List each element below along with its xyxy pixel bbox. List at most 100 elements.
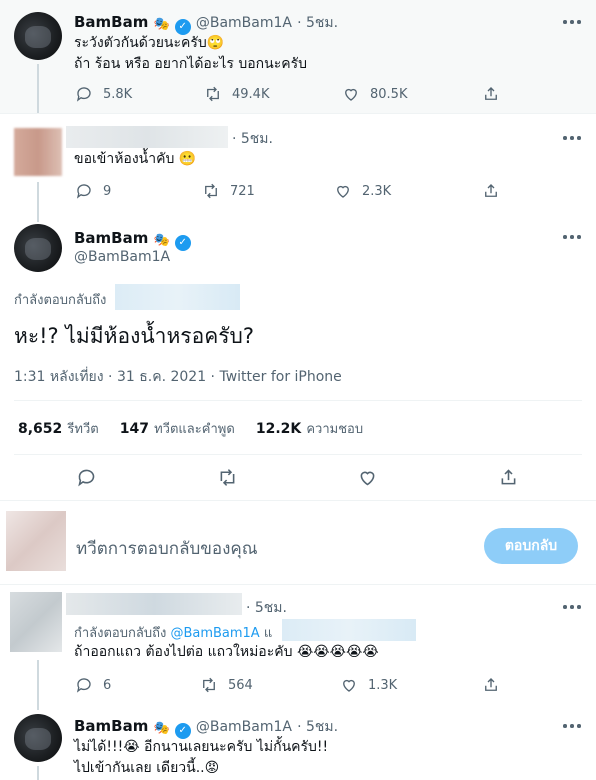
avatar[interactable] — [14, 714, 62, 762]
retweet-icon — [203, 677, 215, 693]
reply-icon — [76, 87, 91, 102]
replying-to: กำลังตอบกลับถึง @BamBam1A แ — [74, 622, 272, 643]
thread-line — [37, 182, 39, 222]
like-count: 2.3K — [362, 183, 392, 199]
main-tweet-header: BamBam 🎭 ✓ — [74, 228, 191, 251]
avatar — [6, 511, 66, 571]
blurred-name — [66, 126, 228, 148]
crying-emoji-icon: 😭😭😭😭😭 — [296, 644, 379, 660]
avatar[interactable] — [14, 224, 62, 272]
quotes-stat[interactable]: 147 ทวีตและคำพูด — [120, 418, 235, 437]
tweet-date: 31 ธ.ค. 2021 — [116, 369, 207, 385]
retweet-button[interactable]: 721 — [202, 182, 255, 200]
more-options-icon[interactable] — [563, 604, 581, 610]
share-button[interactable] — [482, 676, 500, 694]
like-button[interactable]: 2.3K — [334, 182, 391, 200]
divider — [0, 113, 596, 114]
heart-icon — [360, 471, 375, 486]
verified-icon: ✓ — [174, 235, 191, 251]
replying-to-conjunction: แ — [263, 626, 273, 641]
reply-count: 6 — [103, 677, 112, 693]
share-button[interactable] — [482, 85, 500, 103]
retweet-icon — [205, 183, 217, 199]
retweet-count: 721 — [230, 183, 255, 199]
timestamp[interactable]: · 5ชม. — [297, 719, 338, 735]
like-button[interactable]: 1.3K — [340, 676, 397, 694]
avatar[interactable] — [10, 592, 62, 652]
timestamp[interactable]: · 5ชม. — [232, 128, 273, 150]
blurred-mention[interactable] — [282, 619, 416, 641]
reply-button[interactable]: 6 — [75, 676, 111, 694]
more-options-icon[interactable] — [563, 234, 581, 240]
reply-icon — [76, 184, 91, 199]
heart-icon — [337, 185, 349, 198]
tweet-text: ขอเข้าห้องน้ำคับ — [74, 151, 175, 167]
like-button[interactable] — [357, 467, 378, 488]
retweet-count: 49.4K — [232, 86, 270, 102]
likes-stat[interactable]: 12.2K ความชอบ — [256, 418, 363, 437]
tweet-timestamp[interactable]: 1:31 หลังเที่ยง · 31 ธ.ค. 2021 · Twitter… — [14, 366, 342, 388]
share-icon — [501, 469, 516, 485]
more-options-icon[interactable] — [563, 723, 581, 729]
quotes-number: 147 — [119, 421, 150, 437]
thread-line — [37, 766, 39, 780]
reply-composer-input[interactable]: ทวีตการตอบกลับของคุณ — [76, 535, 258, 562]
retweet-button[interactable] — [217, 467, 238, 488]
blurred-name — [66, 593, 242, 615]
retweet-count: 564 — [228, 677, 253, 693]
tweet-text-line: ไม่ได้!!! — [74, 739, 124, 755]
replying-to-label: กำลังตอบกลับถึง — [14, 293, 107, 308]
tweet-time: 1:31 หลังเที่ยง — [14, 369, 104, 385]
divider — [0, 584, 596, 585]
reply-button[interactable]: 9 — [75, 182, 111, 200]
share-icon — [485, 678, 497, 691]
divider — [14, 454, 582, 455]
quotes-label: ทวีตและคำพูด — [154, 422, 235, 437]
retweets-label: รีทวีต — [67, 422, 99, 437]
display-name[interactable]: BamBam — [74, 13, 148, 31]
grimace-emoji-icon: 😬 — [178, 151, 197, 167]
tweet-text-line: ถ้า ร้อน หรือ อยากได้อะไร บอกนะครับ — [74, 56, 307, 72]
retweet-icon — [220, 469, 235, 486]
more-options-icon[interactable] — [563, 19, 581, 25]
share-button[interactable] — [482, 182, 500, 200]
divider — [14, 400, 582, 401]
reply-submit-button[interactable]: ตอบกลับ — [484, 528, 578, 564]
mention-link[interactable]: @BamBam1A — [170, 626, 259, 641]
tweet-stats: 8,652 รีทวีต 147 ทวีตและคำพูด 12.2K ความ… — [18, 418, 363, 439]
like-count: 1.3K — [368, 677, 398, 693]
tweet-1-text: ระวังตัวกันด้วยนะครับ🙄 ถ้า ร้อน หรือ อยา… — [74, 33, 307, 75]
reply-count: 9 — [103, 183, 112, 199]
tweet-2-text: ขอเข้าห้องน้ำคับ 😬 — [74, 149, 196, 170]
handle[interactable]: @BamBam1A — [196, 719, 292, 735]
tweet-source[interactable]: Twitter for iPhone — [219, 369, 341, 385]
likes-number: 12.2K — [255, 421, 302, 437]
retweet-button[interactable]: 49.4K — [204, 85, 269, 103]
replying-to-label: กำลังตอบกลับถึง — [74, 626, 167, 641]
retweets-number: 8,652 — [18, 421, 63, 437]
blurred-mention[interactable] — [115, 284, 240, 310]
thread-line — [37, 64, 39, 114]
crying-emoji-icon: 😭 — [123, 739, 140, 755]
timestamp[interactable]: · 5ชม. — [297, 15, 338, 31]
avatar[interactable] — [14, 128, 62, 176]
timestamp[interactable]: · 5ชม. — [246, 597, 287, 619]
tweet-text-line: อีกนานเลยนะครับ ไม่กั้นครับ!! — [139, 739, 329, 755]
display-name[interactable]: BamBam — [74, 717, 148, 735]
display-name[interactable]: BamBam — [74, 229, 148, 247]
like-button[interactable]: 80.5K — [342, 85, 407, 103]
handle[interactable]: @BamBam1A — [74, 249, 170, 265]
reply-2-header: BamBam 🎭 ✓ @BamBam1A · 5ชม. — [74, 716, 338, 739]
eyeroll-emoji-icon: 🙄 — [206, 35, 225, 51]
share-button[interactable] — [498, 467, 519, 488]
retweet-button[interactable]: 564 — [200, 676, 253, 694]
handle[interactable]: @BamBam1A — [196, 15, 292, 31]
tweet-text-line: ไปเข้ากันเลย เดียวนี้.. — [74, 760, 205, 776]
thread-line — [37, 660, 39, 710]
reply-2-text: ไม่ได้!!!😭 อีกนานเลยนะครับ ไม่กั้นครับ!!… — [74, 737, 328, 779]
reply-button[interactable] — [76, 467, 97, 488]
more-options-icon[interactable] — [563, 135, 581, 141]
retweets-stat[interactable]: 8,652 รีทวีต — [18, 418, 99, 437]
reply-button[interactable]: 5.8K — [75, 85, 132, 103]
avatar[interactable] — [14, 12, 62, 60]
